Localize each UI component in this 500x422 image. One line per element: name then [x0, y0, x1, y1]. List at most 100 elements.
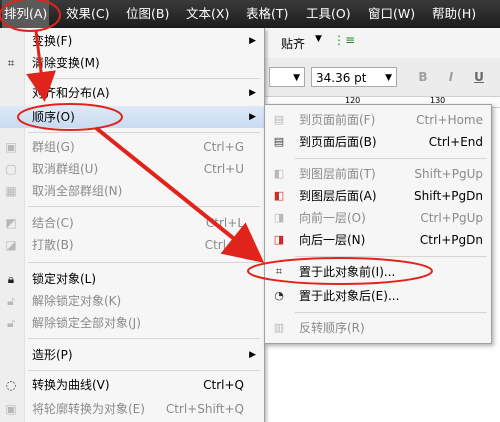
menu-item-transform[interactable]: 变换(F) ▶ — [0, 30, 264, 52]
menu-item-shaping[interactable]: 造形(P) ▶ — [0, 344, 264, 366]
submenu-item-label: 置于此对象前(I)... — [299, 265, 396, 279]
menu-item-label: 转换为曲线(V) — [32, 378, 110, 392]
menu-item-unlock-all[interactable]: 🔓︎ 解除锁定全部对象(J) — [0, 312, 264, 334]
submenu-item-label: 向后一层(N) — [299, 233, 366, 247]
menu-separator — [28, 262, 260, 263]
menu-item-break-apart[interactable]: ◪ 打散(B) Ctrl+K — [0, 234, 264, 256]
menu-bitmaps-label: 位图(B) — [126, 6, 170, 21]
back-one-icon: ◨ — [273, 233, 285, 246]
menu-separator — [28, 370, 260, 371]
submenu-item-to-layer-front[interactable]: ◧ 到图层前面(T) Shift+PgUp — [265, 163, 491, 185]
bold-button[interactable]: B — [413, 67, 433, 87]
menu-separator — [295, 312, 487, 313]
font-list-dropdown[interactable]: ▼ — [269, 67, 305, 87]
paste-label[interactable]: 贴齐 — [281, 35, 305, 52]
menu-separator — [28, 206, 260, 207]
menu-separator — [28, 78, 260, 79]
submenu-item-shortcut: Shift+PgUp — [414, 167, 483, 181]
submenu-item-shortcut: Ctrl+End — [428, 135, 483, 149]
to-page-back-icon: ▤ — [273, 135, 285, 148]
menu-item-label: 取消全部群组(N) — [32, 184, 123, 198]
menu-table[interactable]: 表格(T) — [244, 0, 290, 28]
menu-item-ungroup[interactable]: ▢ 取消群组(U) Ctrl+U — [0, 158, 264, 180]
menu-item-label: 结合(C) — [32, 216, 74, 230]
submenu-item-to-page-front[interactable]: ▤ 到页面前面(F) Ctrl+Home — [265, 109, 491, 131]
menu-item-shortcut: Ctrl+L — [205, 216, 244, 230]
menu-item-combine[interactable]: ◩ 结合(C) Ctrl+L — [0, 212, 264, 234]
menu-item-shortcut: Ctrl+Shift+Q — [165, 402, 244, 416]
break-apart-icon: ◪ — [5, 238, 17, 252]
font-size-value: 34.36 pt — [316, 71, 367, 85]
submenu-item-to-layer-back[interactable]: ◧ 到图层后面(A) Shift+PgDn — [265, 185, 491, 207]
font-size-field[interactable]: 34.36 pt ▼ — [311, 67, 397, 87]
submenu-arrow-icon: ▶ — [249, 112, 256, 122]
chevron-down-icon: ▼ — [385, 73, 392, 83]
to-page-front-icon: ▤ — [273, 113, 285, 126]
menu-item-label: 群组(G) — [32, 140, 75, 154]
menu-text[interactable]: 文本(X) — [184, 0, 231, 28]
behind-icon: ◔ — [274, 289, 284, 302]
menu-effects-label: 效果(C) — [66, 6, 110, 21]
to-layer-front-icon: ◧ — [273, 167, 285, 180]
menu-window-label: 窗口(W) — [368, 6, 416, 21]
menu-item-label: 变换(F) — [32, 34, 73, 48]
menu-bitmaps[interactable]: 位图(B) — [124, 0, 171, 28]
submenu-item-label: 到图层前面(T) — [299, 167, 376, 181]
menu-item-ungroup-all[interactable]: ▦ 取消全部群组(N) — [0, 180, 264, 202]
menu-item-unlock-object[interactable]: 🔓︎ 解除锁定对象(K) — [0, 290, 264, 312]
menu-item-group[interactable]: ▣ 群组(G) Ctrl+G — [0, 136, 264, 158]
submenu-item-behind[interactable]: ◔ 置于此对象后(E)... — [265, 285, 491, 307]
menu-item-shortcut: Ctrl+Q — [203, 378, 244, 392]
menu-bar: 排列(A) 效果(C) 位图(B) 文本(X) 表格(T) 工具(O) 窗口(W… — [0, 0, 500, 28]
outline-to-object-icon: ▣ — [5, 402, 17, 416]
arrange-menu: 变换(F) ▶ ⌗ 清除变换(M) 对齐和分布(A) ▶ 顺序(O) ▶ ▣ 群… — [0, 28, 265, 422]
menu-item-label: 解除锁定全部对象(J) — [32, 316, 141, 330]
menu-item-outline-to-object[interactable]: ▣ 将轮廓转换为对象(E) Ctrl+Shift+Q — [0, 398, 264, 420]
convert-to-curves-icon: ◌ — [5, 378, 17, 392]
menu-help-label: 帮助(H) — [432, 6, 477, 21]
menu-item-clear-transform[interactable]: ⌗ 清除变换(M) — [0, 52, 264, 74]
menu-window[interactable]: 窗口(W) — [366, 0, 417, 28]
menu-item-lock-object[interactable]: 🔒︎ 锁定对象(L) — [0, 268, 264, 290]
submenu-item-forward-one[interactable]: ◨ 向前一层(O) Ctrl+PgUp — [265, 207, 491, 229]
submenu-item-shortcut: Ctrl+Home — [416, 113, 483, 127]
chevron-down-icon: ▼ — [293, 73, 300, 83]
submenu-item-shortcut: Ctrl+PgUp — [420, 211, 483, 225]
submenu-item-shortcut: Shift+PgDn — [413, 189, 483, 203]
submenu-item-back-one[interactable]: ◨ 向后一层(N) Ctrl+PgDn — [265, 229, 491, 251]
menu-item-label: 对齐和分布(A) — [32, 86, 110, 100]
submenu-item-in-front-of[interactable]: ⌗ 置于此对象前(I)... — [265, 261, 491, 283]
submenu-item-label: 到页面后面(B) — [299, 135, 377, 149]
menu-item-order[interactable]: 顺序(O) ▶ — [0, 106, 264, 128]
menu-tools-label: 工具(O) — [306, 6, 351, 21]
submenu-item-to-page-back[interactable]: ▤ 到页面后面(B) Ctrl+End — [265, 131, 491, 153]
submenu-item-reverse-order[interactable]: ▥ 反转顺序(R) — [265, 317, 491, 339]
menu-arrange-label: 排列(A) — [4, 6, 48, 21]
menu-item-shortcut: Ctrl+K — [204, 238, 244, 252]
order-submenu: ▤ 到页面前面(F) Ctrl+Home ▤ 到页面后面(B) Ctrl+End… — [264, 104, 492, 344]
submenu-item-label: 反转顺序(R) — [299, 321, 365, 335]
snap-icon[interactable]: ⋮≡ — [333, 33, 355, 47]
menu-item-convert-to-curves[interactable]: ◌ 转换为曲线(V) Ctrl+Q — [0, 374, 264, 396]
chevron-down-icon[interactable]: ▼ — [315, 34, 322, 44]
reverse-order-icon: ▥ — [273, 321, 285, 334]
menu-item-label: 打散(B) — [32, 238, 74, 252]
menu-help[interactable]: 帮助(H) — [430, 0, 478, 28]
menu-effects[interactable]: 效果(C) — [64, 0, 111, 28]
submenu-item-shortcut: Ctrl+PgDn — [419, 233, 483, 247]
menu-item-label: 顺序(O) — [32, 110, 75, 124]
underline-button[interactable]: U — [469, 67, 489, 87]
ungroup-icon: ▢ — [5, 162, 17, 176]
menu-item-label: 锁定对象(L) — [32, 272, 97, 286]
property-bar: ▼ 34.36 pt ▼ B I U — [265, 58, 500, 97]
menu-table-label: 表格(T) — [246, 6, 289, 21]
menu-arrange[interactable]: 排列(A) — [2, 0, 50, 28]
menu-item-align-distribute[interactable]: 对齐和分布(A) ▶ — [0, 82, 264, 104]
menu-item-label: 造形(P) — [32, 348, 73, 362]
group-icon: ▣ — [5, 140, 17, 154]
to-layer-back-icon: ◧ — [273, 189, 285, 202]
submenu-item-label: 到页面前面(F) — [299, 113, 376, 127]
italic-button[interactable]: I — [441, 67, 461, 87]
combine-icon: ◩ — [5, 216, 17, 230]
menu-tools[interactable]: 工具(O) — [304, 0, 353, 28]
